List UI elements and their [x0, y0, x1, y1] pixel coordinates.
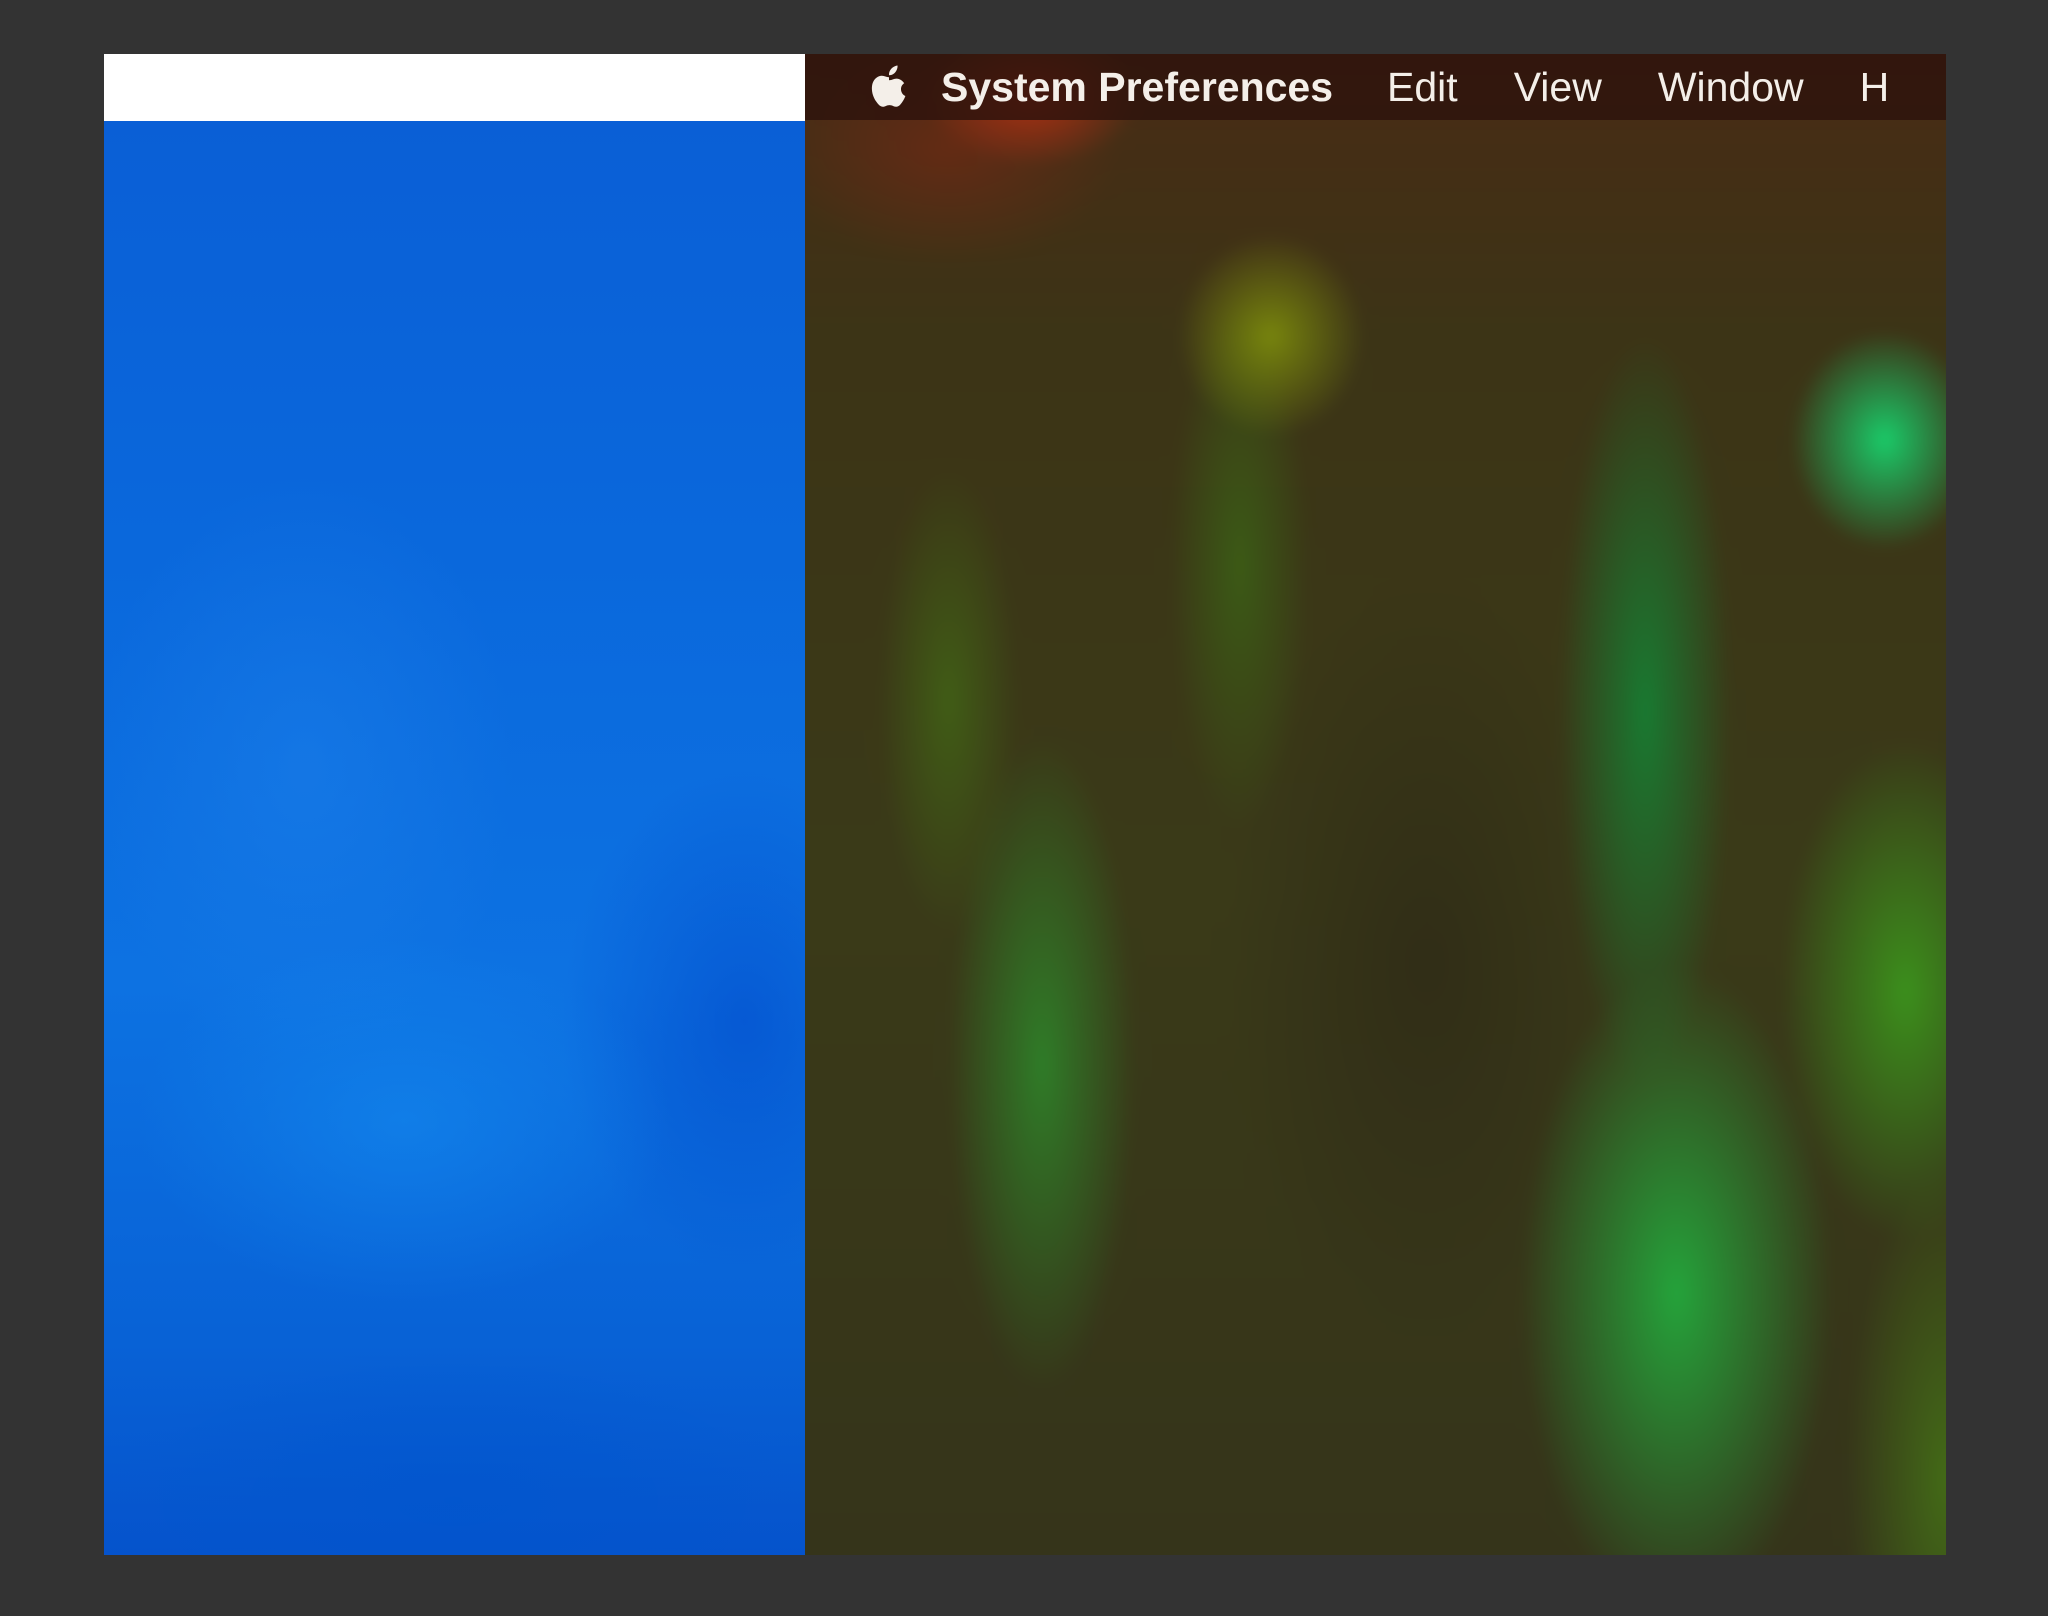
left-screen: [104, 54, 805, 1555]
right-screen: System Preferences Edit View Window H: [805, 54, 1946, 1555]
screenshot-comparison: System Preferences Edit View Window H: [104, 54, 1946, 1555]
menu-view[interactable]: View: [1514, 64, 1602, 111]
desktop-wallpaper: [805, 54, 1946, 1555]
menu-help[interactable]: H: [1860, 64, 1890, 111]
left-desktop-wallpaper: [104, 121, 805, 1555]
menu-app-name[interactable]: System Preferences: [941, 64, 1333, 111]
menu-edit[interactable]: Edit: [1387, 64, 1458, 111]
menu-window[interactable]: Window: [1658, 64, 1804, 111]
menu-bar: System Preferences Edit View Window H: [805, 54, 1946, 120]
apple-icon: [871, 65, 906, 107]
apple-menu-icon[interactable]: [865, 62, 913, 112]
left-menubar: [104, 54, 805, 121]
